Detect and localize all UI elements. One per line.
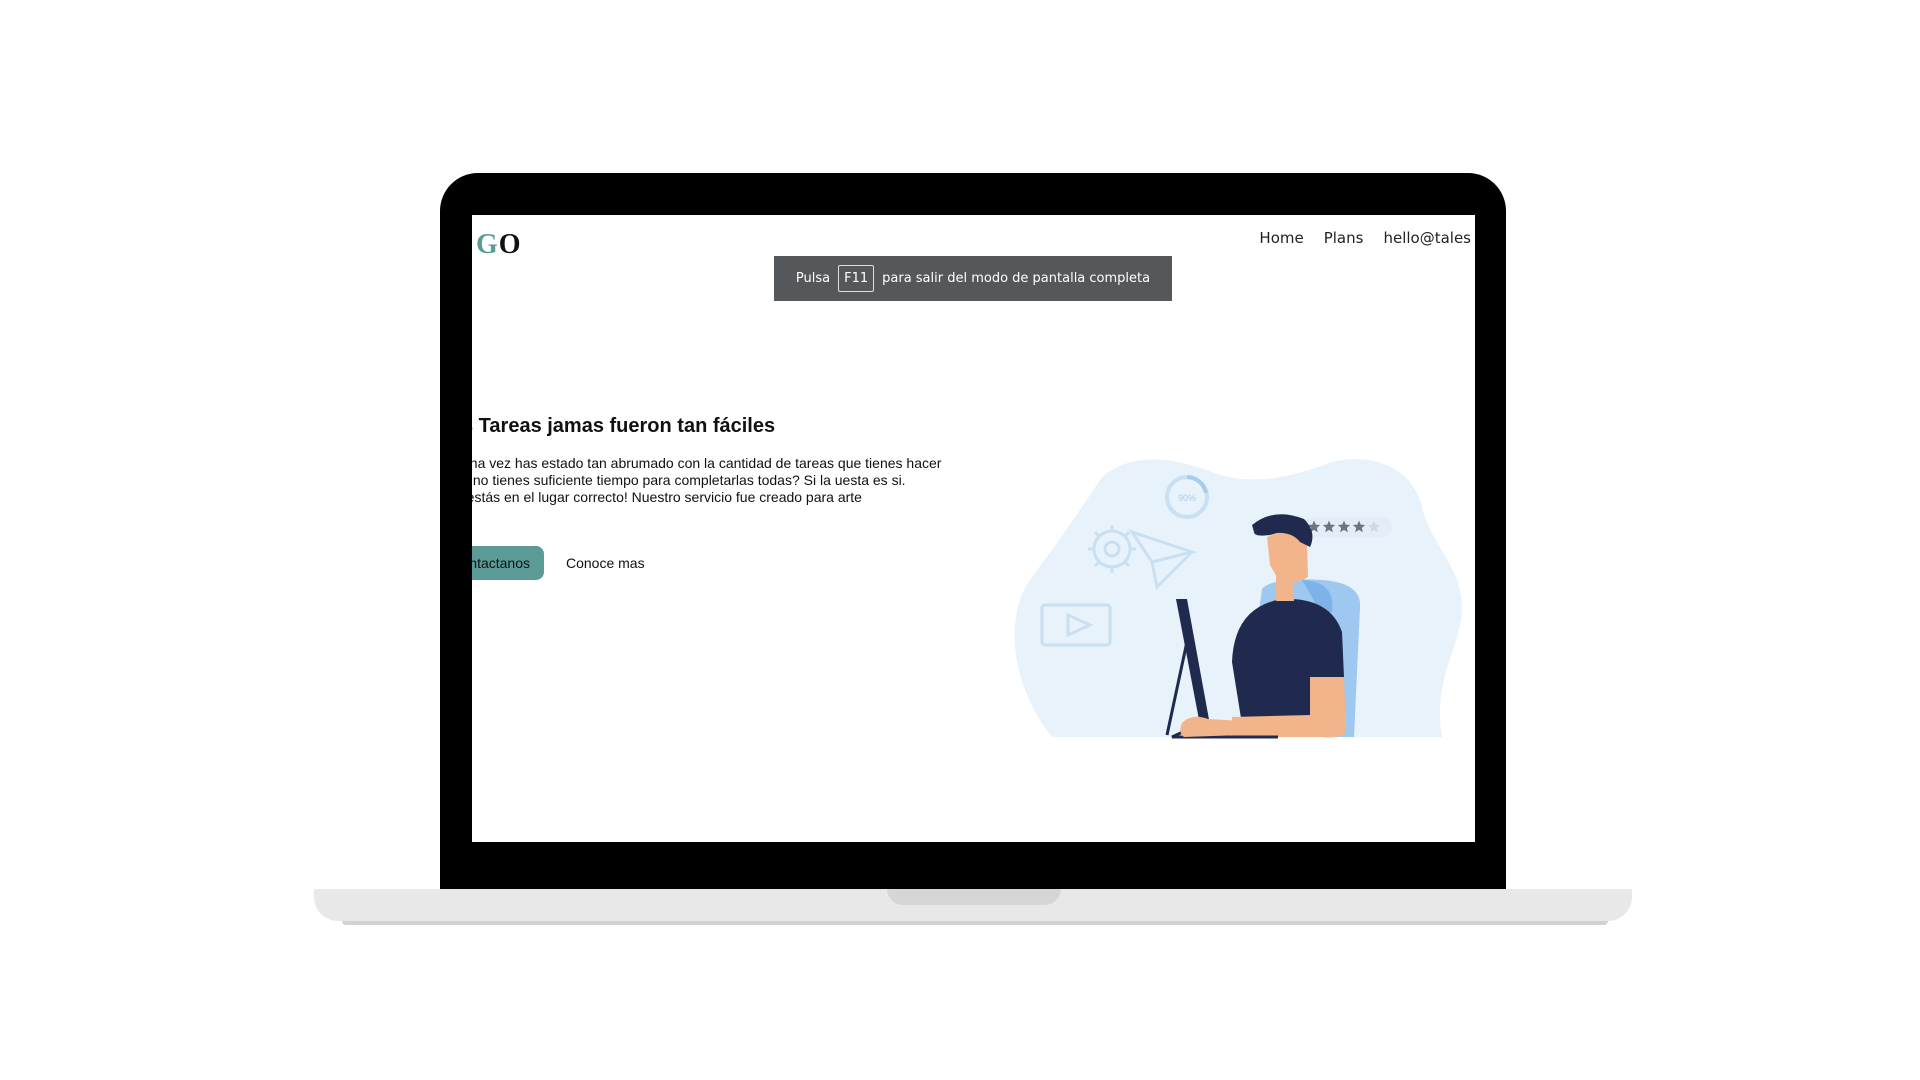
fullscreen-exit-notice: Pulsa F11 para salir del modo de pantall… [774,256,1172,301]
nav-plans[interactable]: Plans [1324,229,1364,247]
notice-text-after: para salir del modo de pantalla completa [882,271,1151,286]
progress-label: 90% [1178,493,1196,503]
hero-title: s Tareas jamas fueron tan fáciles [472,415,776,437]
logo-accent-letter: G [476,229,499,260]
notice-text-before: Pulsa [795,271,831,286]
logo-letters: O [498,229,522,260]
star-rating-icon [1302,517,1392,537]
main-nav: Home Plans hello@tales [1259,229,1471,247]
laptop-notch [887,889,1061,905]
site-logo[interactable]: GO [476,229,522,261]
laptop-screen: GO Home Plans hello@tales Pulsa F11 para… [472,215,1475,842]
contact-button[interactable]: ntactanos [472,546,544,580]
f11-key: F11 [838,265,875,292]
hero-description: una vez has estado tan abrumado con la c… [472,455,942,505]
hero-illustration: 90% [1014,459,1462,739]
nav-home[interactable]: Home [1259,229,1303,247]
nav-email[interactable]: hello@tales [1383,229,1471,247]
laptop-base-shadow [342,921,1608,925]
learn-more-button[interactable]: Conoce mas [558,546,653,580]
